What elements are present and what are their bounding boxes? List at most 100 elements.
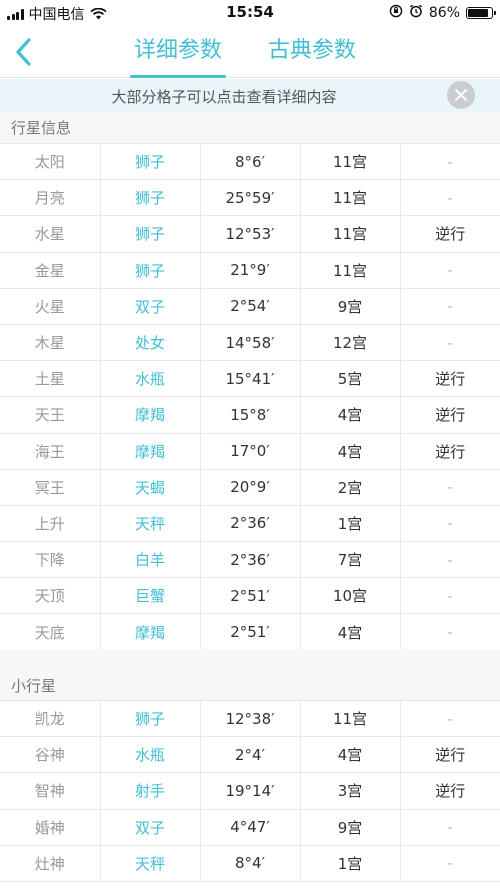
degree-cell[interactable]: 2°51′ (199, 613, 301, 651)
chevron-left-icon (16, 38, 31, 66)
sign-cell[interactable]: 狮子 (99, 699, 201, 738)
table-row[interactable]: 冥王 天蝎 20°9′ 2宫 - (0, 468, 500, 506)
house-cell[interactable]: 1宫 (299, 504, 401, 543)
house-cell[interactable]: 4宫 (299, 736, 401, 774)
planet-name-cell: 天顶 (0, 577, 101, 615)
house-cell[interactable]: 4宫 (299, 396, 401, 434)
house-cell[interactable]: 5宫 (299, 360, 401, 398)
table-row[interactable]: 婚神 双子 4°47′ 9宫 - (0, 808, 500, 846)
degree-cell[interactable]: 21°9′ (199, 251, 301, 289)
retrograde-cell: - (399, 577, 500, 615)
degree-cell[interactable]: 17°0′ (199, 432, 301, 470)
degree-cell[interactable]: 25°59′ (199, 179, 301, 217)
planet-name-cell: 海王 (0, 432, 101, 470)
sign-cell[interactable]: 摩羯 (99, 613, 201, 651)
table-row[interactable]: 谷神 水瓶 2°4′ 4宫 逆行 (0, 736, 500, 774)
planet-name-cell: 金星 (0, 251, 101, 289)
sign-cell[interactable]: 白羊 (99, 541, 201, 579)
tab-detailed-params[interactable]: 详细参数 (130, 34, 226, 78)
table-row[interactable]: 灶神 天秤 8°4′ 1宫 - (0, 844, 500, 882)
planet-name-cell: 下降 (0, 541, 101, 579)
sign-cell[interactable]: 双子 (99, 808, 201, 846)
sign-cell[interactable]: 水瓶 (99, 736, 201, 774)
table-row[interactable]: 天王 摩羯 15°8′ 4宫 逆行 (0, 396, 500, 434)
retrograde-cell: - (399, 251, 500, 289)
table-row[interactable]: 土星 水瓶 15°41′ 5宫 逆行 (0, 360, 500, 398)
planet-name-cell: 灶神 (0, 844, 101, 882)
back-button[interactable] (12, 36, 36, 68)
degree-cell[interactable]: 19°14′ (199, 772, 301, 810)
retrograde-cell: - (399, 699, 500, 738)
table-row[interactable]: 太阳 狮子 8°6′ 11宫 - (0, 142, 500, 181)
table-row[interactable]: 上升 天秤 2°36′ 1宫 - (0, 504, 500, 543)
sign-cell[interactable]: 水瓶 (99, 360, 201, 398)
orientation-lock-icon (389, 4, 403, 22)
house-cell[interactable]: 12宫 (299, 323, 401, 362)
battery-level (468, 9, 488, 17)
sign-cell[interactable]: 射手 (99, 772, 201, 810)
house-cell[interactable]: 11宫 (299, 251, 401, 289)
sign-cell[interactable]: 巨蟹 (99, 577, 201, 615)
asteroid-table: 凯龙 狮子 12°38′ 11宫 - 谷神 水瓶 2°4′ 4宫 逆行 智神 射手 19°14′ 3宫 逆行… (0, 699, 500, 882)
table-row[interactable]: 木星 处女 14°58′ 12宫 - (0, 323, 500, 362)
sign-cell[interactable]: 狮子 (99, 142, 201, 181)
retrograde-cell: - (399, 142, 500, 181)
degree-cell[interactable]: 12°53′ (199, 215, 301, 253)
tab-classic-params[interactable]: 古典参数 (264, 34, 360, 78)
house-cell[interactable]: 9宫 (299, 808, 401, 846)
sign-cell[interactable]: 双子 (99, 287, 201, 325)
degree-cell[interactable]: 8°6′ (199, 142, 301, 181)
sign-cell[interactable]: 狮子 (99, 179, 201, 217)
house-cell[interactable]: 1宫 (299, 844, 401, 882)
house-cell[interactable]: 11宫 (299, 699, 401, 738)
house-cell[interactable]: 9宫 (299, 287, 401, 325)
sign-cell[interactable]: 天秤 (99, 844, 201, 882)
degree-cell[interactable]: 2°54′ (199, 287, 301, 325)
degree-cell[interactable]: 4°47′ (199, 808, 301, 846)
sign-cell[interactable]: 处女 (99, 323, 201, 362)
notice-banner: 大部分格子可以点击查看详细内容 (0, 79, 500, 113)
degree-cell[interactable]: 15°41′ (199, 360, 301, 398)
table-row[interactable]: 下降 白羊 2°36′ 7宫 - (0, 541, 500, 579)
table-row[interactable]: 凯龙 狮子 12°38′ 11宫 - (0, 699, 500, 738)
battery-percent: 86% (428, 5, 460, 21)
house-cell[interactable]: 10宫 (299, 577, 401, 615)
planet-name-cell: 冥王 (0, 468, 101, 506)
sign-cell[interactable]: 摩羯 (99, 396, 201, 434)
house-cell[interactable]: 7宫 (299, 541, 401, 579)
close-icon[interactable] (447, 81, 475, 109)
degree-cell[interactable]: 14°58′ (199, 323, 301, 362)
degree-cell[interactable]: 2°36′ (199, 504, 301, 543)
degree-cell[interactable]: 12°38′ (199, 699, 301, 738)
table-row[interactable]: 智神 射手 19°14′ 3宫 逆行 (0, 772, 500, 810)
degree-cell[interactable]: 15°8′ (199, 396, 301, 434)
table-row[interactable]: 海王 摩羯 17°0′ 4宫 逆行 (0, 432, 500, 470)
table-row[interactable]: 火星 双子 2°54′ 9宫 - (0, 287, 500, 325)
sign-cell[interactable]: 天秤 (99, 504, 201, 543)
table-row[interactable]: 月亮 狮子 25°59′ 11宫 - (0, 179, 500, 217)
house-cell[interactable]: 11宫 (299, 179, 401, 217)
table-row[interactable]: 水星 狮子 12°53′ 11宫 逆行 (0, 215, 500, 253)
house-cell[interactable]: 4宫 (299, 613, 401, 651)
sign-cell[interactable]: 狮子 (99, 215, 201, 253)
table-row[interactable]: 金星 狮子 21°9′ 11宫 - (0, 251, 500, 289)
table-row[interactable]: 天顶 巨蟹 2°51′ 10宫 - (0, 577, 500, 615)
house-cell[interactable]: 3宫 (299, 772, 401, 810)
degree-cell[interactable]: 20°9′ (199, 468, 301, 506)
house-cell[interactable]: 11宫 (299, 142, 401, 181)
degree-cell[interactable]: 2°51′ (199, 577, 301, 615)
table-row[interactable]: 天底 摩羯 2°51′ 4宫 - (0, 613, 500, 651)
sign-cell[interactable]: 狮子 (99, 251, 201, 289)
house-cell[interactable]: 11宫 (299, 215, 401, 253)
house-cell[interactable]: 4宫 (299, 432, 401, 470)
degree-cell[interactable]: 8°4′ (199, 844, 301, 882)
house-cell[interactable]: 2宫 (299, 468, 401, 506)
retrograde-cell: 逆行 (399, 215, 500, 253)
degree-cell[interactable]: 2°4′ (199, 736, 301, 774)
retrograde-cell: 逆行 (399, 396, 500, 434)
retrograde-cell: 逆行 (399, 432, 500, 470)
retrograde-cell: 逆行 (399, 772, 500, 810)
degree-cell[interactable]: 2°36′ (199, 541, 301, 579)
sign-cell[interactable]: 摩羯 (99, 432, 201, 470)
sign-cell[interactable]: 天蝎 (99, 468, 201, 506)
